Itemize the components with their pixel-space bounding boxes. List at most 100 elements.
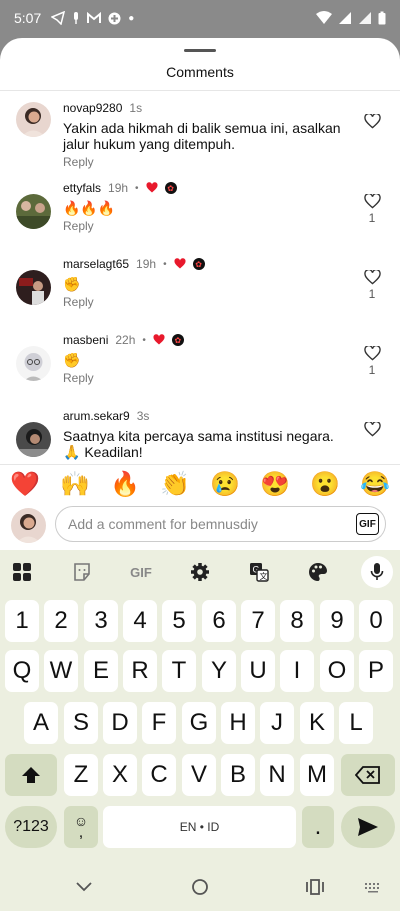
key-k[interactable]: K [300,702,334,744]
sticker-icon[interactable] [67,557,97,587]
key-0[interactable]: 0 [359,600,393,642]
avatar[interactable] [16,422,51,457]
my-avatar [11,508,46,543]
key-q[interactable]: Q [5,650,39,692]
key-5[interactable]: 5 [162,600,196,642]
back-chevron-down-icon[interactable] [72,875,96,899]
key-d[interactable]: D [103,702,137,744]
key-f[interactable]: F [142,702,176,744]
emoji-comma-key[interactable]: ☺ , [64,806,98,848]
recents-icon[interactable] [303,875,327,899]
key-s[interactable]: S [64,702,98,744]
heart-outline-icon [363,194,381,209]
avatar[interactable] [16,194,51,229]
emoji-laughing[interactable]: 😂 [355,470,395,499]
creator-avatar-icon: ✿ [164,182,177,194]
emoji-clap[interactable]: 👏 [155,470,195,499]
emoji-raised-hands[interactable]: 🙌 [55,470,95,499]
status-time: 5:07 [14,10,42,26]
key-4[interactable]: 4 [123,600,157,642]
space-key[interactable]: EN • ID [103,806,296,848]
comment-username[interactable]: novap9280 [63,101,122,115]
key-2[interactable]: 2 [44,600,78,642]
comment-input-wrapper: GIF [55,506,386,542]
key-m[interactable]: M [300,754,334,796]
key-8[interactable]: 8 [280,600,314,642]
notification-icons: ● [51,11,134,25]
send-key[interactable] [341,806,395,848]
comment-text: Yakin ada hikmah di balik semua ini, asa… [63,120,341,152]
palette-icon[interactable] [303,557,333,587]
creator-avatar-icon: ✿ [171,334,184,346]
emoji-heart-eyes[interactable]: 😍 [255,470,295,499]
avatar[interactable] [16,346,51,381]
shift-key[interactable] [5,754,57,796]
key-b[interactable]: B [221,754,255,796]
reply-button[interactable]: Reply [63,371,94,385]
emoji-heart[interactable]: ❤️ [5,470,45,499]
key-e[interactable]: E [84,650,118,692]
drag-handle[interactable] [184,49,216,52]
like-button[interactable]: 1 [362,194,382,225]
key-w[interactable]: W [44,650,78,692]
comment-input[interactable] [68,507,338,541]
like-button[interactable]: 1 [362,270,382,301]
reply-button[interactable]: Reply [63,155,94,169]
key-x[interactable]: X [103,754,137,796]
backspace-key[interactable] [341,754,395,796]
gear-icon[interactable] [185,557,215,587]
key-p[interactable]: P [359,650,393,692]
comment-list[interactable]: novap9280 1s Yakin ada hikmah di balik s… [0,92,400,464]
reply-button[interactable]: Reply [63,219,94,233]
keyboard-row-4: ?123 ☺ , EN • ID . [0,806,400,850]
creator-liked-heart-icon [153,334,165,345]
key-i[interactable]: I [280,650,314,692]
keyboard: GIF G文 1 2 3 4 5 6 7 8 9 0 Q W E R T Y U [0,550,400,861]
key-a[interactable]: A [24,702,58,744]
home-icon[interactable] [188,875,212,899]
key-j[interactable]: J [260,702,294,744]
like-button[interactable] [362,114,382,131]
keyboard-switch-icon[interactable] [361,875,385,899]
key-u[interactable]: U [241,650,275,692]
comment-username[interactable]: ettyfals [63,181,101,195]
translate-icon[interactable]: G文 [244,557,274,587]
key-1[interactable]: 1 [5,600,39,642]
comment-time: 19h [136,257,157,271]
period-key[interactable]: . [302,806,334,848]
key-v[interactable]: V [182,754,216,796]
shift-icon [22,767,40,783]
svg-text:文: 文 [260,571,268,581]
comment-username[interactable]: masbeni [63,333,108,347]
avatar[interactable] [16,270,51,305]
key-h[interactable]: H [221,702,255,744]
like-button[interactable]: 1 [362,346,382,377]
emoji-fire[interactable]: 🔥 [105,470,145,499]
key-n[interactable]: N [260,754,294,796]
key-g[interactable]: G [182,702,216,744]
key-l[interactable]: L [339,702,373,744]
emoji-surprised[interactable]: 😮 [305,470,345,499]
gif-keyboard-button[interactable]: GIF [124,557,158,587]
comment-username[interactable]: arum.sekar9 [63,409,130,423]
key-y[interactable]: Y [202,650,236,692]
key-o[interactable]: O [320,650,354,692]
key-9[interactable]: 9 [320,600,354,642]
key-6[interactable]: 6 [202,600,236,642]
key-c[interactable]: C [142,754,176,796]
reply-button[interactable]: Reply [63,295,94,309]
key-3[interactable]: 3 [84,600,118,642]
like-button[interactable] [362,422,382,437]
emoji-crying[interactable]: 😢 [205,470,245,499]
key-7[interactable]: 7 [241,600,275,642]
system-icons [316,11,386,25]
key-t[interactable]: T [162,650,196,692]
avatar[interactable] [16,102,51,137]
key-z[interactable]: Z [64,754,98,796]
symbols-key[interactable]: ?123 [5,806,57,848]
mic-icon[interactable] [361,556,393,588]
gif-button[interactable]: GIF [356,513,379,535]
apps-grid-icon[interactable] [7,557,37,587]
key-r[interactable]: R [123,650,157,692]
comment-username[interactable]: marselagt65 [63,257,129,271]
